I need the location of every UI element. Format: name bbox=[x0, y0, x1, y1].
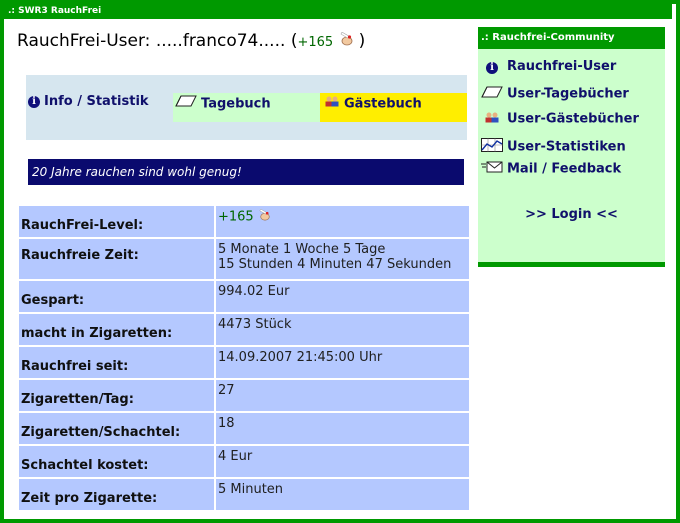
table-row: Schachtel kostet: 4 Eur bbox=[19, 446, 469, 477]
stat-value: 27 bbox=[216, 380, 469, 411]
user-label: RauchFrei-User: bbox=[17, 31, 151, 51]
community-link-label: User-Tagebücher bbox=[507, 86, 629, 102]
table-row: Gespart: 994.02 Eur bbox=[19, 281, 469, 312]
stat-label: Zeit pro Zigarette: bbox=[19, 479, 214, 510]
table-row: Zeit pro Zigarette: 5 Minuten bbox=[19, 479, 469, 510]
community-panel: .: Rauchfrei-Community i Rauchfrei-User U… bbox=[478, 27, 665, 267]
stat-value: +165 bbox=[216, 206, 469, 237]
community-link-label: User-Statistiken bbox=[507, 139, 626, 155]
mail-icon bbox=[481, 161, 503, 177]
community-link-mail-feedback[interactable]: Mail / Feedback bbox=[481, 161, 621, 177]
level-value: +165 bbox=[218, 209, 254, 225]
stat-value: 5 Monate 1 Woche 5 Tage 15 Stunden 4 Min… bbox=[216, 239, 469, 279]
table-row: Zigaretten/Tag: 27 bbox=[19, 380, 469, 411]
tab-info-statistik[interactable]: i Info / Statistik bbox=[26, 91, 173, 120]
stat-label: Zigaretten/Schachtel: bbox=[19, 413, 214, 444]
community-link-user-tagebuecher[interactable]: User-Tagebücher bbox=[481, 86, 629, 102]
cigarette-hand-icon bbox=[339, 31, 355, 51]
stat-value: 14.09.2007 21:45:00 Uhr bbox=[216, 347, 469, 378]
stat-value-line: 5 Monate 1 Woche 5 Tage bbox=[218, 242, 386, 257]
user-level: +165 bbox=[297, 35, 334, 50]
community-link-user-gaestebuecher[interactable]: User-Gästebücher bbox=[481, 111, 639, 127]
stat-value: 4 Eur bbox=[216, 446, 469, 477]
people-icon bbox=[324, 93, 340, 115]
stat-label: Rauchfreie Zeit: bbox=[19, 239, 214, 279]
tab-label: Tagebuch bbox=[201, 96, 271, 112]
community-link-user-statistiken[interactable]: User-Statistiken bbox=[481, 138, 626, 156]
info-icon: i bbox=[481, 59, 503, 74]
table-row: Rauchfrei seit: 14.09.2007 21:45:00 Uhr bbox=[19, 347, 469, 378]
stat-value: 18 bbox=[216, 413, 469, 444]
info-icon: i bbox=[28, 95, 40, 108]
eraser-icon bbox=[175, 93, 197, 115]
people-icon bbox=[481, 111, 503, 127]
stat-label: RauchFrei-Level: bbox=[19, 206, 214, 237]
username: .....franco74..... bbox=[155, 31, 286, 51]
chart-icon bbox=[481, 138, 503, 156]
table-row: Rauchfreie Zeit: 5 Monate 1 Woche 5 Tage… bbox=[19, 239, 469, 279]
community-link-rauchfrei-user[interactable]: i Rauchfrei-User bbox=[481, 59, 616, 74]
window-title: .: SWR3 RauchFrei bbox=[4, 4, 672, 19]
table-row: macht in Zigaretten: 4473 Stück bbox=[19, 314, 469, 345]
community-title: .: Rauchfrei-Community bbox=[478, 27, 665, 49]
stat-value-line: 15 Stunden 4 Minuten 47 Sekunden bbox=[218, 257, 452, 272]
paren-close: ) bbox=[358, 31, 366, 51]
stat-label: macht in Zigaretten: bbox=[19, 314, 214, 345]
eraser-icon bbox=[481, 86, 503, 102]
community-link-label: User-Gästebücher bbox=[507, 111, 639, 127]
page-title: RauchFrei-User: .....franco74..... (+165… bbox=[17, 31, 365, 51]
motto-banner: 20 Jahre rauchen sind wohl genug! bbox=[28, 159, 464, 185]
stat-label: Schachtel kostet: bbox=[19, 446, 214, 477]
tab-tagebuch[interactable]: Tagebuch bbox=[173, 93, 320, 122]
stats-table: RauchFrei-Level: +165 Rauchfreie Zeit: 5… bbox=[17, 204, 471, 512]
cigarette-hand-icon bbox=[258, 208, 272, 225]
login-link[interactable]: >> Login << bbox=[478, 207, 665, 222]
community-link-label: Mail / Feedback bbox=[507, 161, 622, 177]
table-row: RauchFrei-Level: +165 bbox=[19, 206, 469, 237]
tab-gaestebuch[interactable]: Gästebuch bbox=[320, 93, 467, 122]
stat-value: 4473 Stück bbox=[216, 314, 469, 345]
stat-label: Rauchfrei seit: bbox=[19, 347, 214, 378]
stat-label: Zigaretten/Tag: bbox=[19, 380, 214, 411]
tab-label: Gästebuch bbox=[344, 96, 422, 112]
stat-value: 5 Minuten bbox=[216, 479, 469, 510]
stat-label: Gespart: bbox=[19, 281, 214, 312]
stat-value: 994.02 Eur bbox=[216, 281, 469, 312]
community-link-label: Rauchfrei-User bbox=[507, 59, 617, 74]
tab-label: Info / Statistik bbox=[44, 94, 149, 109]
table-row: Zigaretten/Schachtel: 18 bbox=[19, 413, 469, 444]
